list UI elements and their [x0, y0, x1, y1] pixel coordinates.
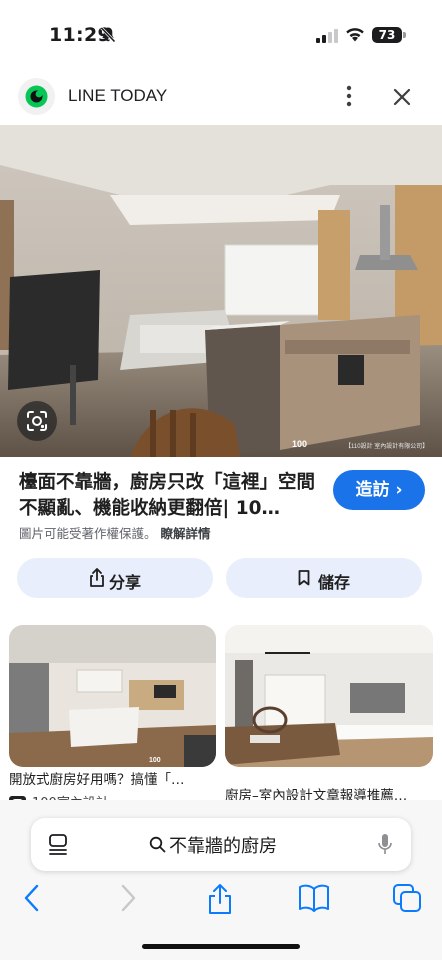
result-title[interactable]: 檯面不靠牆，廚房只改「這裡」空間不顯亂、機能收納更翻倍| 10… [19, 470, 319, 522]
search-icon [149, 836, 166, 853]
related-result-image: 100 [9, 625, 216, 767]
bookmark-icon [298, 570, 310, 586]
share-label: 分享 [109, 573, 142, 592]
back-icon[interactable] [22, 883, 42, 913]
copyright-text: 圖片可能受著作權保護。 [19, 526, 157, 541]
battery-indicator: 73 [372, 27, 402, 43]
app-header: LINE TODAY [0, 68, 442, 125]
bell-off-icon [100, 26, 116, 43]
related-result-caption: 開放式廚房好用嗎？搞懂「… [9, 772, 185, 788]
hero-image[interactable]: 100 【110設計 室內設計有限公司】 [0, 125, 442, 457]
copyright-notice: 圖片可能受著作權保護。 瞭解詳情 [19, 523, 211, 542]
tabs-icon[interactable] [392, 883, 422, 913]
wifi-icon [346, 28, 364, 42]
save-label: 儲存 [318, 573, 351, 592]
related-result-image [225, 625, 433, 767]
share-sheet-icon[interactable] [206, 883, 234, 915]
forward-icon[interactable] [118, 883, 138, 913]
svg-text:100: 100 [149, 757, 161, 764]
line-today-logo [18, 78, 55, 115]
close-icon[interactable] [392, 87, 412, 107]
page-format-icon[interactable] [48, 833, 70, 855]
save-button[interactable]: 儲存 [226, 558, 422, 598]
share-icon [90, 568, 104, 587]
status-bar: 11:29 73 [0, 0, 442, 68]
learn-more-link[interactable]: 瞭解詳情 [161, 526, 211, 541]
address-text: 不靠牆的廚房 [169, 836, 277, 857]
app-title: LINE TODAY [68, 86, 168, 105]
related-result-card[interactable]: 100 開放式廚房好用嗎？搞懂「… 100室內設計 [9, 625, 216, 811]
visit-button[interactable]: 造訪 › [333, 470, 425, 510]
home-indicator [142, 944, 300, 949]
hero-watermark: 100 [292, 439, 308, 449]
battery-tip [403, 32, 406, 38]
microphone-icon[interactable] [377, 833, 393, 856]
bookmarks-icon[interactable] [298, 883, 330, 913]
related-result-card[interactable]: 廚房–室內設計文章報導推薦… [225, 625, 433, 810]
hero-watermark-sub: 【110設計 室內設計有限公司】 [345, 444, 429, 450]
lens-search-button[interactable] [17, 401, 57, 441]
more-options-icon[interactable] [341, 84, 357, 108]
share-button[interactable]: 分享 [17, 558, 213, 598]
lens-icon [27, 411, 47, 431]
address-bar[interactable]: 不靠牆的廚房 [31, 818, 411, 871]
cellular-signal-icon [316, 29, 338, 43]
